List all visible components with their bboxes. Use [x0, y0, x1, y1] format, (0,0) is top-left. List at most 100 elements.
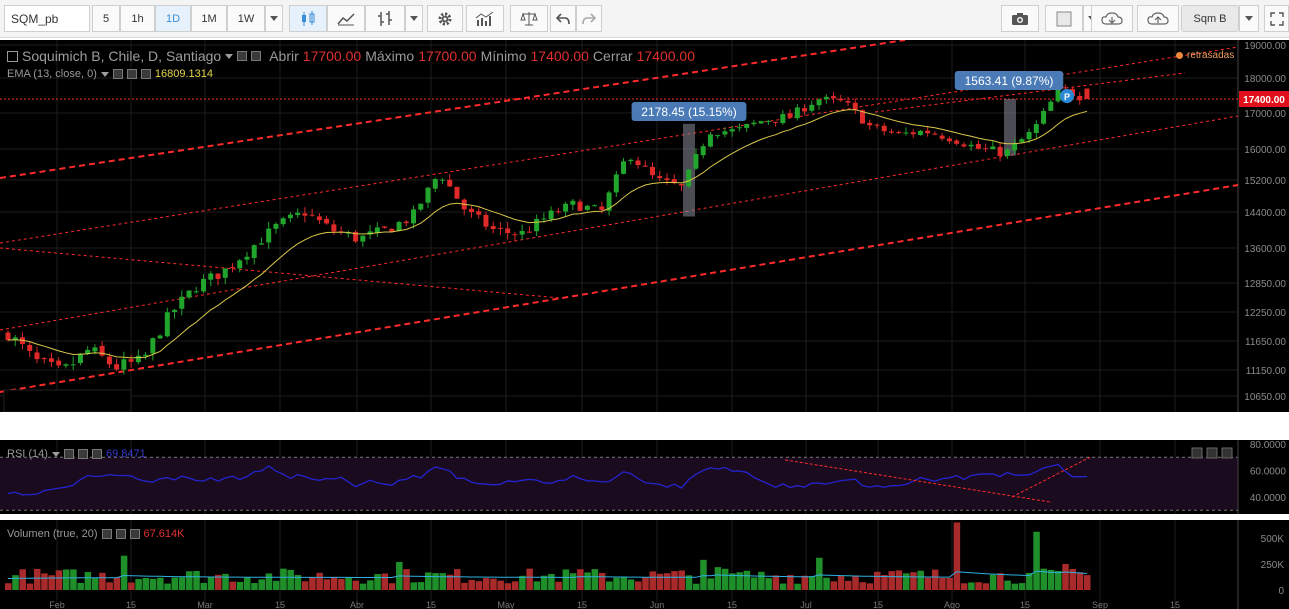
volume-bar [207, 576, 215, 590]
volume-bar [1076, 572, 1084, 590]
collapse-icon[interactable] [7, 50, 18, 62]
volume-bar [519, 575, 526, 590]
layout-name-button[interactable]: Sqm B [1181, 5, 1239, 32]
background-color-button[interactable] [1045, 5, 1083, 32]
ema-label: EMA (13, close, 0) [7, 68, 97, 80]
candle-body [867, 122, 873, 126]
candle-body [164, 312, 170, 337]
interval-1w[interactable]: 1W [227, 5, 265, 32]
volume-bar [765, 578, 772, 590]
candle-body [954, 140, 960, 144]
interval-1m[interactable]: 1M [191, 5, 227, 32]
candle-body [613, 174, 619, 193]
price-tick-label: 19000.00 [1244, 41, 1286, 52]
candle-body [382, 226, 388, 228]
candle-body [251, 245, 257, 259]
candle-body [99, 345, 105, 356]
candle-body [1004, 149, 1010, 156]
interval-1h[interactable]: 1h [120, 5, 155, 32]
symbol-input[interactable]: SQM_pb [4, 5, 90, 32]
volume-bar [975, 582, 982, 590]
indicators-button[interactable] [466, 5, 504, 32]
chevron-down-icon[interactable] [51, 451, 60, 457]
close-icon[interactable] [129, 529, 140, 539]
volume-bar [41, 573, 48, 590]
candle-body [244, 256, 250, 260]
candle-body [468, 208, 474, 213]
candle-body [584, 205, 590, 210]
chevron-down-icon[interactable] [100, 71, 109, 77]
volume-pane[interactable]: 500K 250K 0 Feb 15 Mar 15 Abr 15 May 15 Jun 15 Jul 15 A… [0, 520, 1289, 609]
volume-bar [548, 573, 555, 590]
hide-icon[interactable] [126, 69, 137, 79]
volume-bar [106, 582, 113, 590]
volume-bar [236, 581, 244, 590]
candle-body [599, 206, 605, 210]
undo-button[interactable] [550, 5, 576, 32]
rsi-chart[interactable]: 80.0000 60.0000 40.0000 [0, 440, 1289, 514]
volume-bar [352, 580, 360, 590]
fullscreen-button[interactable] [1264, 5, 1289, 32]
volume-chart[interactable]: 500K 250K 0 Feb 15 Mar 15 Abr 15 May 15 Jun 15 Jul 15 A… [0, 520, 1289, 609]
candle-body [707, 134, 713, 147]
rsi-pane[interactable]: 80.0000 60.0000 40.0000 RSI (14) 69.8471 [0, 440, 1289, 514]
candle-body [63, 364, 69, 366]
interval-dropdown-button[interactable] [265, 5, 283, 32]
save-layout-button[interactable] [1137, 5, 1179, 32]
load-layout-button[interactable] [1091, 5, 1133, 32]
redo-button[interactable] [576, 5, 602, 32]
candles-style-button[interactable] [289, 5, 327, 32]
volume-bar [598, 572, 606, 590]
scale-balance-icon [520, 11, 538, 25]
price-tick-label: 15200.00 [1244, 176, 1286, 187]
volume-bar [5, 583, 12, 590]
settings-button[interactable] [427, 5, 463, 32]
volume-bar [946, 577, 953, 590]
volume-bar [888, 571, 895, 590]
candle-body [331, 224, 337, 232]
candle-body [258, 243, 264, 245]
pane-separator[interactable] [0, 412, 1289, 440]
volume-bar [417, 582, 425, 590]
volume-bar [1055, 570, 1062, 590]
hide-icon[interactable] [115, 529, 126, 539]
layout-dropdown-button[interactable] [1239, 5, 1259, 32]
cloud-upload-icon [1147, 11, 1169, 25]
style-dropdown-button[interactable] [405, 5, 423, 32]
snapshot-button[interactable] [1001, 5, 1039, 32]
candle-body [896, 132, 902, 134]
close-icon[interactable] [140, 69, 151, 79]
volume-bar [816, 557, 823, 590]
pane-control-icon [1191, 447, 1203, 459]
settings-icon[interactable] [101, 529, 112, 539]
rsi-tick-label: 60.0000 [1250, 467, 1287, 478]
candle-body [309, 214, 315, 216]
interval-1d[interactable]: 1D [155, 5, 191, 32]
chevron-down-icon [410, 16, 418, 21]
line-style-button[interactable] [327, 5, 365, 32]
settings-icon[interactable] [237, 51, 248, 61]
price-chart[interactable]: 19000.00 18000.00 17000.00 16000.00 15200.00… [0, 40, 1289, 412]
candle-body [917, 130, 923, 136]
volume-bar [620, 576, 628, 590]
candle-body [56, 360, 62, 366]
delayed-data-badge: retrasadas [1176, 50, 1234, 61]
close-icon[interactable] [251, 51, 262, 61]
candle-body [888, 131, 894, 133]
volume-bar [265, 573, 273, 590]
volume-bar [425, 572, 432, 590]
settings-icon[interactable] [63, 449, 74, 459]
chevron-down-icon[interactable] [225, 53, 234, 59]
close-icon[interactable] [91, 449, 102, 459]
ohlc-open-value: 17700.00 [302, 48, 362, 64]
volume-bar [678, 570, 685, 590]
interval-5[interactable]: 5 [92, 5, 120, 32]
candle-body [736, 127, 742, 129]
compare-button[interactable] [510, 5, 548, 32]
price-pane[interactable]: 19000.00 18000.00 17000.00 16000.00 15200.00… [0, 40, 1289, 412]
ohlc-low-value: 17400.00 [530, 48, 589, 64]
volume-bar [1033, 531, 1040, 590]
hide-icon[interactable] [77, 449, 88, 459]
settings-icon[interactable] [112, 69, 123, 79]
bars-style-button[interactable] [365, 5, 405, 32]
